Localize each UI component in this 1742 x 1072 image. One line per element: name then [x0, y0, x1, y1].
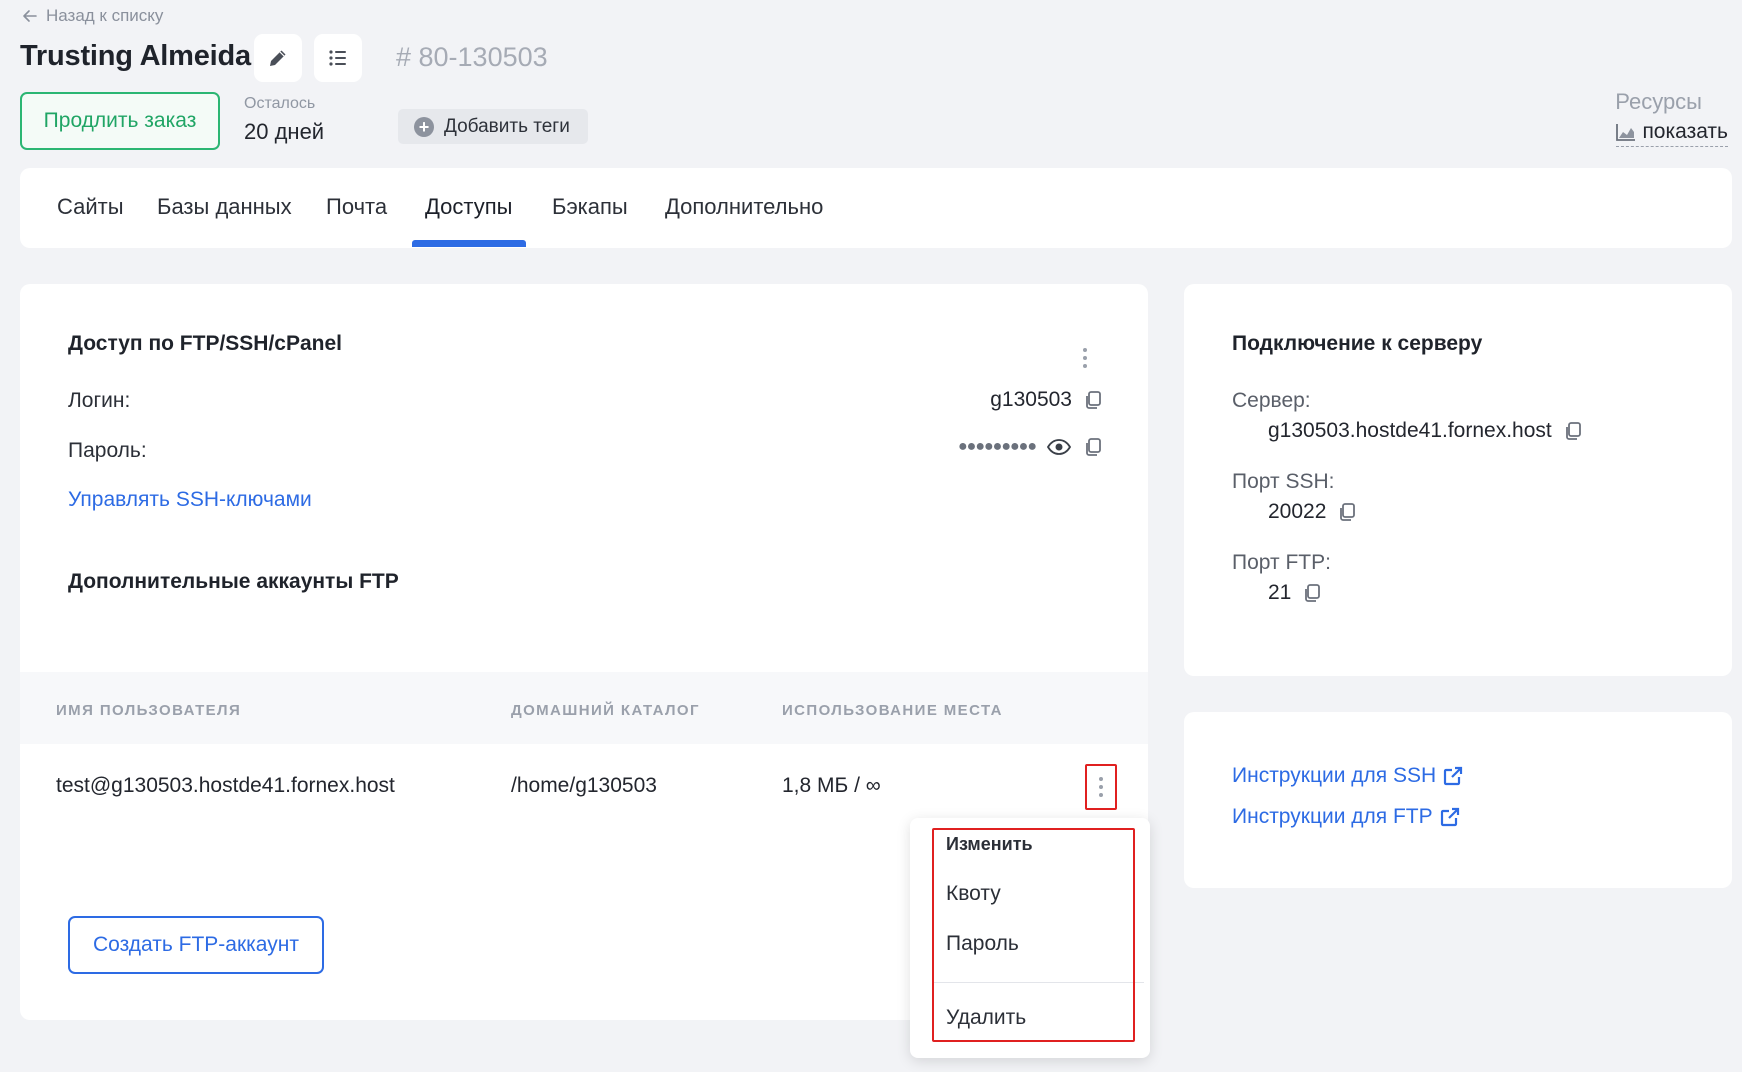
plus-circle-icon: + — [414, 116, 434, 137]
extra-ftp-title: Дополнительные аккаунты FTP — [68, 570, 399, 593]
external-link-icon — [1444, 766, 1463, 786]
back-link[interactable]: Назад к списку — [22, 6, 163, 26]
list-button[interactable] — [314, 34, 362, 82]
menu-item-edit[interactable]: Изменить — [946, 834, 1033, 855]
ftp-port-label: Порт FTP: — [1232, 551, 1331, 574]
row-usage: 1,8 МБ / ∞ — [782, 774, 881, 797]
password-label: Пароль: — [68, 439, 147, 462]
ftp-port-row: 21 — [1268, 581, 1323, 605]
tab-sites[interactable]: Сайты — [57, 194, 124, 220]
ssh-port-row: 20022 — [1268, 500, 1358, 524]
create-ftp-account-button[interactable]: Создать FTP-аккаунт — [68, 916, 324, 974]
ftp-instructions-link[interactable]: Инструкции для FTP — [1232, 805, 1461, 829]
tab-backups[interactable]: Бэкапы — [552, 194, 628, 220]
manage-ssh-keys-link[interactable]: Управлять SSH-ключами — [68, 488, 312, 512]
pencil-icon — [270, 50, 286, 66]
area-chart-icon — [1616, 124, 1636, 141]
server-label: Сервер: — [1232, 389, 1311, 412]
tab-access[interactable]: Доступы — [425, 194, 512, 220]
resources-show-link[interactable]: показать — [1616, 120, 1728, 147]
menu-divider — [934, 982, 1144, 983]
server-value: g130503.hostde41.fornex.host — [1268, 419, 1552, 442]
active-tab-indicator — [412, 240, 526, 247]
list-icon — [329, 50, 346, 66]
server-connection-card: Подключение к серверу Сервер: g130503.ho… — [1184, 284, 1732, 676]
edit-button[interactable] — [254, 34, 302, 82]
row-home-dir: /home/g130503 — [511, 774, 657, 797]
kebab-icon — [1083, 348, 1087, 352]
copy-icon[interactable] — [1082, 436, 1104, 458]
resources-show-label: показать — [1642, 120, 1728, 143]
access-more-button[interactable] — [1076, 344, 1094, 372]
external-link-icon — [1440, 807, 1459, 827]
col-usage: ИСПОЛЬЗОВАНИЕ МЕСТА — [782, 702, 1003, 719]
ssh-port-value: 20022 — [1268, 500, 1327, 523]
extend-order-button[interactable]: Продлить заказ — [20, 92, 220, 150]
tab-mail[interactable]: Почта — [326, 194, 387, 220]
back-link-label: Назад к списку — [46, 6, 164, 25]
password-row: ●●●●●●●●● — [958, 436, 1104, 458]
access-title: Доступ по FTP/SSH/cPanel — [68, 332, 343, 355]
remaining-value: 20 дней — [244, 119, 325, 144]
eye-icon[interactable] — [1046, 436, 1072, 458]
col-username: ИМЯ ПОЛЬЗОВАТЕЛЯ — [56, 702, 242, 719]
ftp-instructions-label: Инструкции для FTP — [1232, 805, 1433, 828]
menu-item-delete[interactable]: Удалить — [946, 1006, 1026, 1030]
table-header: ИМЯ ПОЛЬЗОВАТЕЛЯ ДОМАШНИЙ КАТАЛОГ ИСПОЛЬ… — [20, 672, 1148, 744]
ssh-instructions-label: Инструкции для SSH — [1232, 764, 1437, 787]
remaining-label: Осталось — [244, 95, 316, 112]
row-context-menu: Изменить Квоту Пароль Удалить — [910, 818, 1150, 1058]
menu-item-password[interactable]: Пароль — [946, 932, 1019, 956]
add-tags-button[interactable]: + Добавить теги — [398, 109, 588, 144]
password-mask: ●●●●●●●●● — [958, 438, 1037, 455]
page-title: Trusting Almeida — [20, 40, 251, 72]
row-username: test@g130503.hostde41.fornex.host — [56, 774, 395, 797]
server-row: g130503.hostde41.fornex.host — [1268, 419, 1584, 443]
instructions-card: Инструкции для SSH Инструкции для FTP — [1184, 712, 1732, 888]
menu-item-quota[interactable]: Квоту — [946, 882, 1001, 906]
login-label: Логин: — [68, 389, 131, 412]
ftp-port-value: 21 — [1268, 581, 1292, 604]
kebab-icon — [1099, 777, 1103, 781]
resources-label: Ресурсы — [1615, 89, 1702, 114]
copy-icon[interactable] — [1562, 420, 1584, 442]
ssh-port-label: Порт SSH: — [1232, 470, 1335, 493]
login-row: g130503 — [990, 388, 1104, 412]
copy-icon[interactable] — [1301, 582, 1323, 604]
add-tags-label: Добавить теги — [444, 115, 570, 137]
login-value: g130503 — [990, 388, 1072, 411]
tab-databases[interactable]: Базы данных — [157, 194, 292, 220]
tab-additional[interactable]: Дополнительно — [665, 194, 823, 220]
order-id: # 80-130503 — [396, 42, 548, 72]
ssh-instructions-link[interactable]: Инструкции для SSH — [1232, 764, 1464, 788]
copy-icon[interactable] — [1082, 389, 1104, 411]
tabs-bar: Сайты Базы данных Почта Доступы Бэкапы Д… — [20, 168, 1732, 248]
server-title: Подключение к серверу — [1232, 332, 1483, 355]
arrow-left-icon — [23, 10, 37, 22]
copy-icon[interactable] — [1336, 501, 1358, 523]
col-home-dir: ДОМАШНИЙ КАТАЛОГ — [511, 702, 700, 719]
row-more-button[interactable] — [1085, 764, 1117, 810]
